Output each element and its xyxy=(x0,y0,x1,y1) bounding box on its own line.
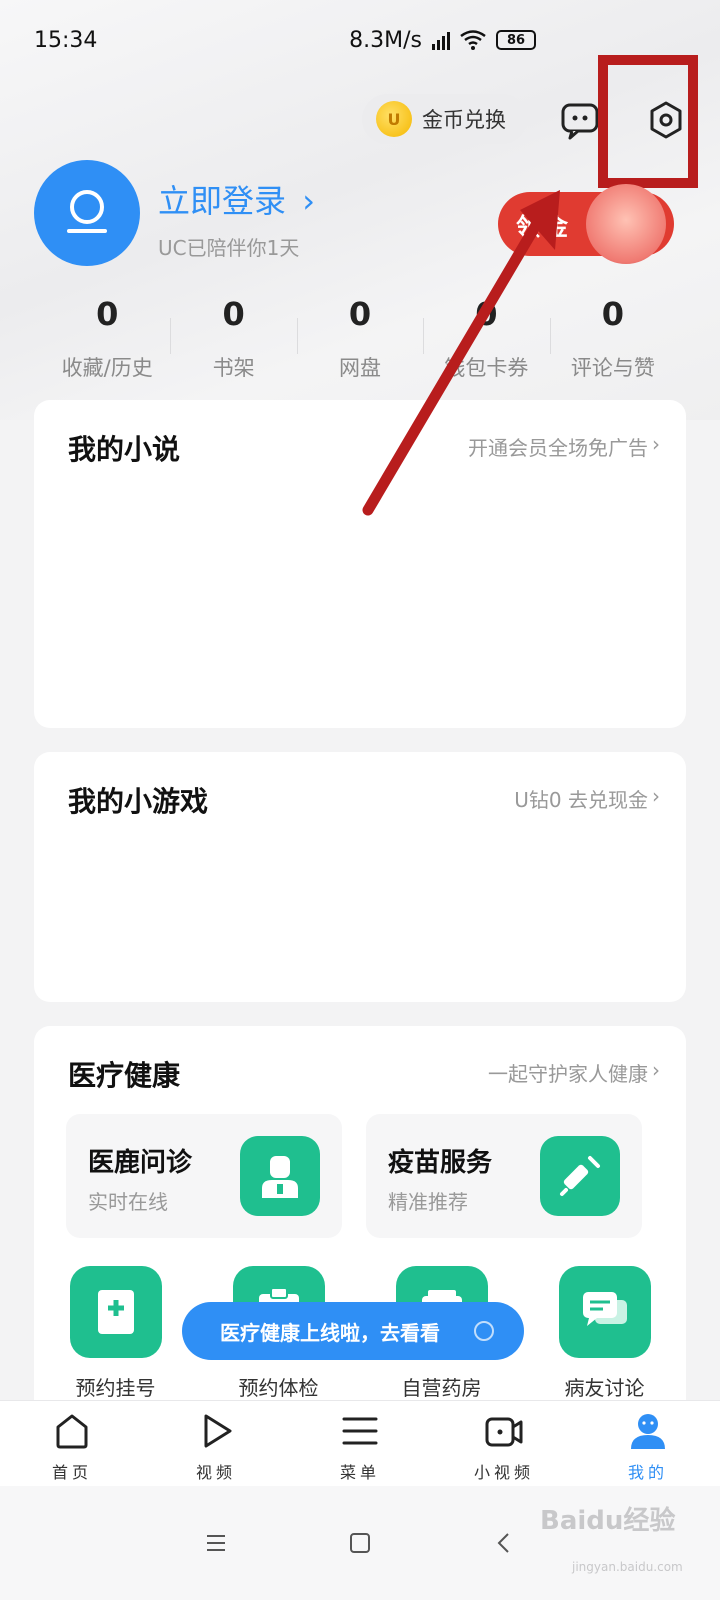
novel-card: 我的小说 开通会员全场免广告 › xyxy=(34,400,686,728)
login-link[interactable]: 立即登录 › xyxy=(158,176,315,222)
game-card-title: 我的小游戏 xyxy=(68,785,209,818)
coin-exchange-label: 金币兑换 xyxy=(422,108,506,132)
stat-label: 网盘 xyxy=(339,356,382,380)
tab-label: 视频 xyxy=(195,1463,236,1482)
chevron-right-icon: › xyxy=(302,182,315,220)
grid-label: 预约体检 xyxy=(238,1376,319,1400)
stat-value: 0 xyxy=(601,295,624,333)
video-camera-icon xyxy=(485,1417,523,1447)
back-icon[interactable] xyxy=(492,1531,516,1555)
stats-row: 0 收藏/历史 0 书架 0 网盘 0 钱包卡券 0 评论与赞 xyxy=(44,292,676,382)
grid-label: 病友讨论 xyxy=(564,1376,645,1400)
signal-icon xyxy=(432,30,450,50)
doctor-icon xyxy=(240,1136,320,1216)
home-button-icon[interactable] xyxy=(348,1531,372,1555)
stat-comments-likes[interactable]: 0 评论与赞 xyxy=(549,292,676,382)
gold-banner[interactable]: 领金 xyxy=(498,184,674,264)
health-card: 医疗健康 一起守护家人健康 › 医鹿问诊 实时在线 疫苗服务 精准推荐 预约挂号… xyxy=(34,1026,686,1426)
network-speed: 8.3M/s xyxy=(349,27,422,53)
user-placeholder-icon xyxy=(67,190,107,233)
membership-link[interactable]: 开通会员全场免广告 xyxy=(468,432,648,461)
stat-wallet-coupons[interactable]: 0 钱包卡券 xyxy=(423,292,549,382)
vaccine-service-tile[interactable]: 疫苗服务 精准推荐 xyxy=(366,1114,642,1238)
tile-title: 医鹿问诊 xyxy=(88,1148,193,1178)
coin-exchange-button[interactable]: U 金币兑换 xyxy=(362,94,527,144)
redeem-cash-link[interactable]: U钻0 去兑现金 xyxy=(514,784,648,813)
health-family-link[interactable]: 一起守护家人健康 xyxy=(488,1058,648,1087)
tab-menu[interactable]: 菜单 xyxy=(288,1401,432,1486)
registration-icon xyxy=(69,1266,162,1358)
login-label: 立即登录 xyxy=(158,182,287,220)
stat-label: 评论与赞 xyxy=(570,356,655,380)
novel-card-title: 我的小说 xyxy=(68,433,181,466)
tile-title: 疫苗服务 xyxy=(388,1148,493,1178)
game-card: 我的小游戏 U钻0 去兑现金 › xyxy=(34,752,686,1002)
chevron-right-icon: › xyxy=(652,784,660,808)
health-card-title: 医疗健康 xyxy=(68,1059,181,1092)
avatar[interactable] xyxy=(34,160,140,266)
stat-value: 0 xyxy=(222,295,245,333)
tab-label: 小视频 xyxy=(473,1463,534,1482)
bottom-tab-bar: 首页 视频 菜单 小视频 我的 xyxy=(0,1400,720,1486)
recent-apps-icon[interactable] xyxy=(204,1531,228,1555)
status-indicators: 8.3M/s 86 xyxy=(349,28,536,53)
tab-video[interactable]: 视频 xyxy=(144,1401,288,1486)
stat-value: 0 xyxy=(348,295,372,333)
tile-subtitle: 精准推荐 xyxy=(388,1190,468,1214)
companion-days-text: UC已陪伴你1天 xyxy=(158,236,300,260)
toast-text: 医疗健康上线啦，去看看 xyxy=(220,1320,440,1345)
chat-bubbles-icon xyxy=(558,1266,651,1358)
status-time: 15:34 xyxy=(34,27,98,53)
stat-value: 0 xyxy=(96,295,119,333)
battery-icon: 86 xyxy=(496,30,536,50)
tile-subtitle: 实时在线 xyxy=(88,1190,168,1214)
stat-label: 收藏/历史 xyxy=(61,356,153,380)
patient-discussion-item[interactable]: 病友讨论 xyxy=(523,1266,686,1401)
stat-cloud-drive[interactable]: 0 网盘 xyxy=(296,292,423,382)
gold-banner-label: 领金 xyxy=(516,212,572,241)
tab-label: 我的 xyxy=(627,1463,668,1482)
stat-value: 0 xyxy=(475,295,498,333)
stat-label: 书架 xyxy=(212,356,255,380)
stat-bookshelf[interactable]: 0 书架 xyxy=(170,292,296,382)
wifi-icon xyxy=(460,30,486,50)
menu-icon xyxy=(342,1417,378,1445)
appointment-registration-item[interactable]: 预约挂号 xyxy=(34,1266,197,1401)
tab-label: 首页 xyxy=(51,1463,92,1482)
health-launch-toast[interactable]: 医疗健康上线啦，去看看 xyxy=(182,1302,524,1360)
syringe-icon xyxy=(540,1136,620,1216)
tab-home[interactable]: 首页 xyxy=(0,1401,144,1486)
chevron-right-icon: › xyxy=(652,432,660,456)
baidu-watermark: Baidu经验 xyxy=(540,1506,676,1536)
message-icon[interactable] xyxy=(560,100,600,140)
annotation-highlight-box xyxy=(598,55,698,188)
baidu-watermark-url: jingyan.baidu.com xyxy=(572,1560,683,1574)
loading-ring-icon xyxy=(474,1321,494,1341)
grid-label: 自营药房 xyxy=(401,1376,482,1400)
stat-label: 钱包卡券 xyxy=(444,356,529,380)
tab-label: 菜单 xyxy=(339,1463,380,1482)
online-consultation-tile[interactable]: 医鹿问诊 实时在线 xyxy=(66,1114,342,1238)
grid-label: 预约挂号 xyxy=(75,1376,156,1400)
stat-favorites-history[interactable]: 0 收藏/历史 xyxy=(44,292,170,382)
pig-mascot-icon xyxy=(586,184,666,264)
chevron-right-icon: › xyxy=(652,1058,660,1082)
coin-icon: U xyxy=(376,101,412,137)
tab-short-video[interactable]: 小视频 xyxy=(432,1401,576,1486)
play-icon xyxy=(204,1414,232,1448)
tab-mine[interactable]: 我的 xyxy=(576,1401,720,1486)
home-icon xyxy=(56,1414,88,1449)
user-icon xyxy=(631,1414,665,1449)
